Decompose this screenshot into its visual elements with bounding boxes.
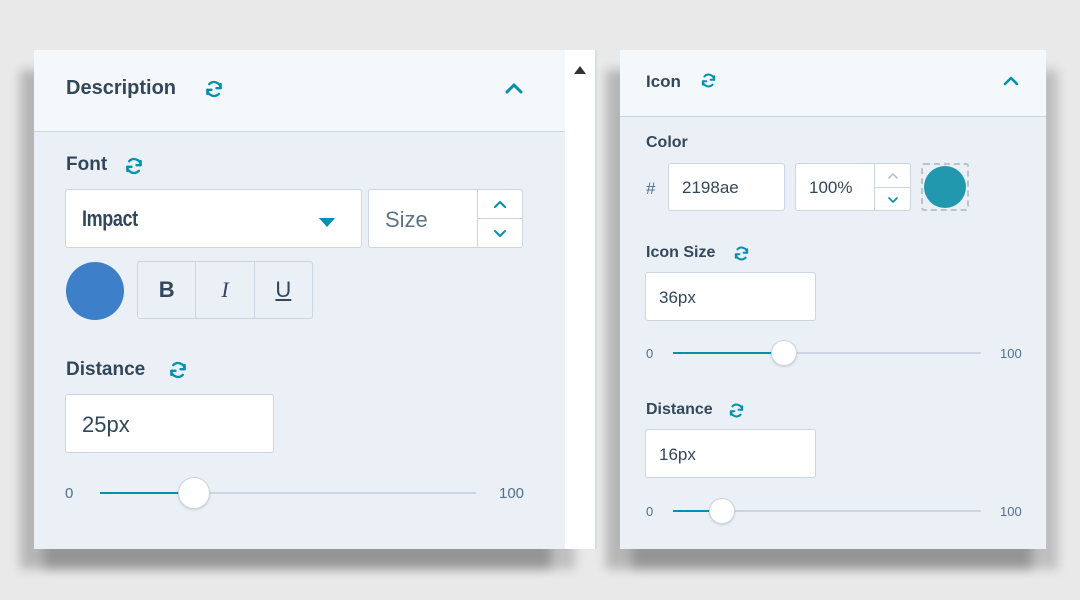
scrollbar[interactable] [565, 50, 595, 549]
font-label: Font [66, 154, 108, 175]
description-panel-header[interactable]: Description [34, 50, 565, 132]
chevron-down-icon [887, 196, 898, 203]
icon-size-slider-fill [673, 352, 784, 354]
description-title: Description [66, 77, 177, 99]
collapse-chevron-icon[interactable] [503, 80, 525, 96]
scroll-up-arrow-icon[interactable] [574, 61, 586, 79]
icon-size-min-label: 0 [646, 346, 654, 361]
font-size-stepper[interactable] [477, 189, 523, 248]
icon-size-max-label: 100 [1000, 346, 1022, 361]
font-size-input[interactable]: Size [368, 189, 478, 248]
icon-distance-value: 16px [659, 445, 696, 464]
collapse-chevron-icon[interactable] [1002, 74, 1020, 87]
chevron-up-icon [887, 172, 898, 179]
description-reset-icon[interactable] [204, 79, 224, 99]
icon-size-reset-icon[interactable] [733, 245, 750, 262]
icon-color-swatch-frame[interactable] [921, 163, 969, 211]
bold-button[interactable]: B [138, 262, 197, 318]
chevron-up-icon [494, 200, 506, 208]
hex-color-input[interactable]: 2198ae [668, 163, 785, 211]
icon-color-swatch[interactable] [924, 166, 966, 208]
chevron-down-icon [494, 230, 506, 237]
panel-divider [595, 50, 597, 549]
distance-max-label: 100 [499, 485, 525, 502]
icon-title: Icon [646, 72, 681, 91]
distance-value: 25px [82, 412, 130, 437]
distance-slider-thumb[interactable] [178, 477, 210, 509]
distance-input[interactable]: 25px [65, 394, 274, 453]
opacity-increase[interactable] [875, 164, 910, 188]
icon-size-input[interactable]: 36px [645, 272, 816, 321]
opacity-stepper[interactable] [874, 163, 911, 211]
distance-slider[interactable] [100, 477, 476, 509]
description-panel: Description Font Impact Size B I U Dista… [34, 50, 565, 549]
hash-symbol: # [646, 179, 656, 198]
icon-distance-max-label: 100 [1000, 504, 1022, 519]
icon-distance-slider-thumb[interactable] [709, 498, 736, 524]
distance-label: Distance [66, 359, 146, 380]
font-family-value: Impact [82, 206, 138, 231]
italic-button[interactable]: I [196, 262, 255, 318]
icon-distance-min-label: 0 [646, 504, 654, 519]
icon-distance-reset-icon[interactable] [728, 402, 745, 419]
icon-size-value: 36px [659, 288, 696, 307]
font-family-select[interactable]: Impact [65, 189, 362, 248]
font-size-increase[interactable] [478, 190, 522, 219]
underline-button[interactable]: U [255, 262, 312, 318]
icon-panel-header[interactable]: Icon [620, 50, 1046, 117]
icon-size-slider-thumb[interactable] [770, 340, 797, 366]
icon-size-slider[interactable] [673, 340, 981, 366]
icon-distance-input[interactable]: 16px [645, 429, 816, 478]
font-color-swatch[interactable] [66, 262, 124, 320]
distance-min-label: 0 [65, 485, 74, 502]
icon-distance-label: Distance [646, 401, 713, 418]
font-size-decrease[interactable] [478, 219, 522, 248]
icon-reset-icon[interactable] [700, 72, 717, 89]
opacity-decrease[interactable] [875, 188, 910, 211]
icon-panel: Icon Color # 2198ae 100% Icon Size 36px … [620, 50, 1046, 549]
color-label: Color [646, 134, 688, 151]
font-reset-icon[interactable] [124, 156, 144, 176]
opacity-input[interactable]: 100% [795, 163, 875, 211]
hex-color-value: 2198ae [682, 178, 739, 197]
icon-size-label: Icon Size [646, 244, 716, 261]
font-size-placeholder: Size [385, 207, 428, 232]
distance-reset-icon[interactable] [168, 360, 188, 380]
icon-distance-slider[interactable] [673, 498, 981, 524]
opacity-value: 100% [809, 178, 853, 197]
dropdown-caret-icon [318, 215, 336, 233]
text-format-group: B I U [137, 261, 313, 319]
